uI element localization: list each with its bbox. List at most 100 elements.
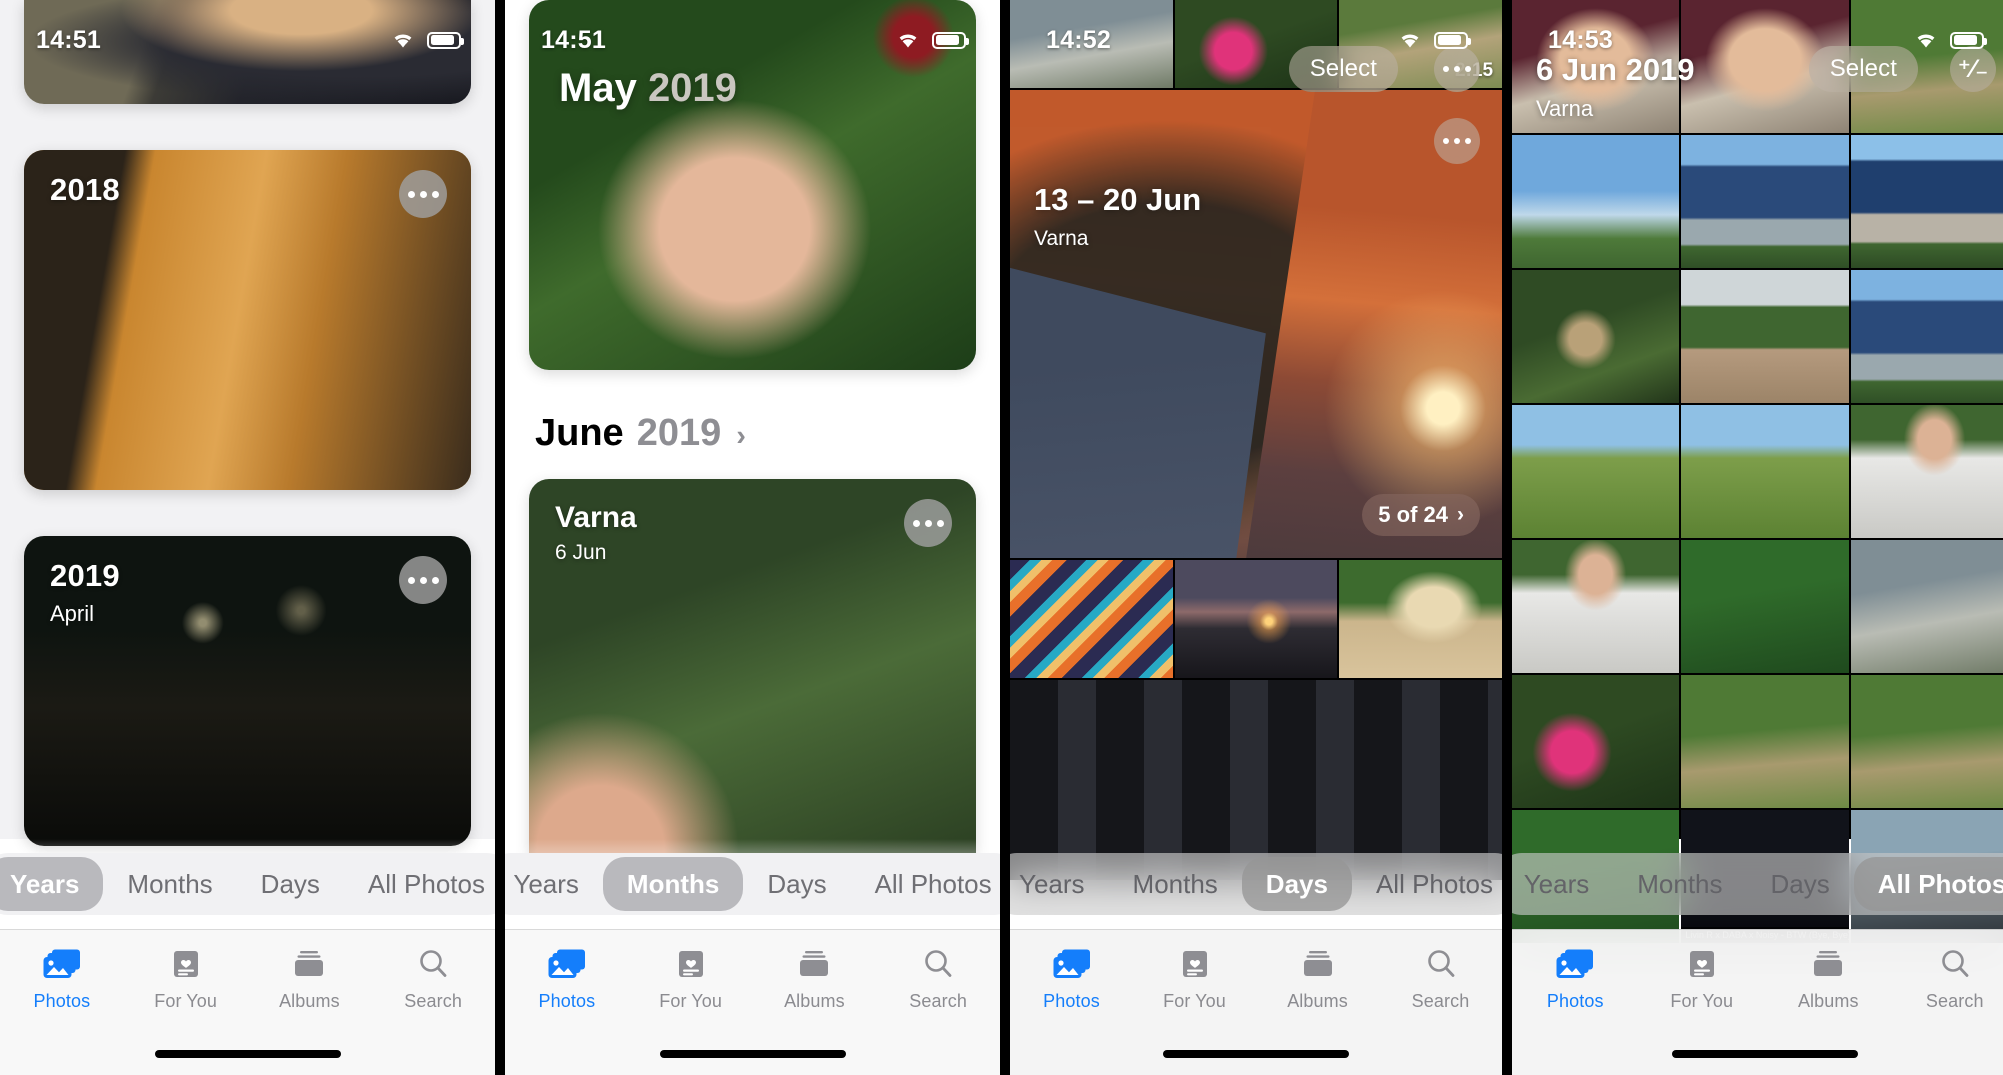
photo-thumb[interactable] xyxy=(1681,675,1849,808)
more-options-button-top[interactable] xyxy=(1434,46,1480,92)
photo-thumb[interactable] xyxy=(1850,540,2003,673)
photo-thumb[interactable] xyxy=(1339,560,1502,678)
photo-count-badge[interactable]: 5 of 24 › xyxy=(1362,494,1480,536)
segment-days[interactable]: Days xyxy=(1241,857,1352,911)
photos-icon xyxy=(548,944,586,984)
day-hero-card[interactable]: 13 – 20 Jun Varna 5 of 24 › xyxy=(1010,90,1502,558)
months-scroll-area[interactable]: May 2019 June 2019 › Varna 6 Jun xyxy=(505,0,1000,919)
segment-years[interactable]: Years xyxy=(1010,857,1109,911)
photo-thumb[interactable] xyxy=(1174,560,1338,678)
more-options-button-card[interactable] xyxy=(1434,118,1480,164)
year-subtitle: April xyxy=(50,601,95,626)
tab-for-you[interactable]: For You xyxy=(1639,944,1766,1012)
segment-days[interactable]: Days xyxy=(743,857,850,911)
photo-thumb[interactable] xyxy=(1850,405,2003,538)
day-subtitle: Varna xyxy=(1034,227,1089,250)
photo-thumb[interactable] xyxy=(1681,135,1849,268)
tab-photos[interactable]: Photos xyxy=(1010,944,1133,1012)
photo-thumb[interactable] xyxy=(1512,675,1680,808)
photo-thumb[interactable] xyxy=(1512,540,1680,673)
timeline-segmented-control[interactable]: Years Months Days All Photos xyxy=(1512,853,2003,915)
photo-thumb[interactable] xyxy=(1681,405,1849,538)
years-scroll-area[interactable]: 2018 2019 April xyxy=(0,0,495,846)
plus-minus-icon: ⁺⁄₋ xyxy=(1957,54,1989,83)
tab-photos[interactable]: Photos xyxy=(505,944,629,1012)
photo-thumb[interactable] xyxy=(1850,135,2003,268)
timeline-segmented-control[interactable]: Years Months Days All Photos xyxy=(1010,853,1502,915)
home-indicator xyxy=(1163,1050,1349,1058)
tab-photos[interactable]: Photos xyxy=(0,944,124,1012)
segment-years[interactable]: Years xyxy=(505,857,603,911)
for-you-icon xyxy=(1180,944,1210,984)
segment-months[interactable]: Months xyxy=(103,857,236,911)
segment-all-photos[interactable]: All Photos xyxy=(1853,857,2003,911)
zoom-toggle-button[interactable]: ⁺⁄₋ xyxy=(1950,46,1996,92)
tab-albums[interactable]: Albums xyxy=(1256,944,1379,1012)
segment-all-photos[interactable]: All Photos xyxy=(344,857,495,911)
chevron-right-icon[interactable]: › xyxy=(736,420,746,453)
chevron-right-icon: › xyxy=(1457,503,1464,526)
photo-thumb[interactable] xyxy=(1512,270,1680,403)
segment-months[interactable]: Months xyxy=(1109,857,1242,911)
year-card-menu-button[interactable] xyxy=(399,556,447,604)
photo-thumb[interactable] xyxy=(1512,135,1680,268)
segment-days[interactable]: Days xyxy=(1747,857,1854,911)
year-card-top[interactable] xyxy=(24,0,471,104)
tab-for-you[interactable]: For You xyxy=(629,944,753,1012)
segment-days[interactable]: Days xyxy=(237,857,344,911)
photo-thumb[interactable] xyxy=(1850,270,2003,403)
panel-all-photos-view: Livin R x DABA x Noisy - BTW (Bye, Bye) … xyxy=(1512,0,2003,1075)
day-strip-row: 2:15 xyxy=(1010,0,1502,88)
tab-search[interactable]: Search xyxy=(1892,944,2003,1012)
timeline-segmented-control[interactable]: Years Months Days All Photos xyxy=(505,853,1000,915)
timeline-segmented-control[interactable]: Years Months Days All Photos xyxy=(0,853,495,915)
albums-icon xyxy=(797,944,831,984)
photo-thumb[interactable] xyxy=(1512,405,1680,538)
photo-thumb[interactable] xyxy=(1010,560,1173,678)
tab-albums[interactable]: Albums xyxy=(248,944,372,1012)
tab-for-you[interactable]: For You xyxy=(1133,944,1256,1012)
tab-bar: Photos For You Albums Search xyxy=(1010,929,1502,1075)
month-hero-photo xyxy=(529,0,976,370)
photo-thumb[interactable] xyxy=(1681,540,1849,673)
photo-grid: Livin R x DABA x Noisy - BTW (Bye, Bye) … xyxy=(1512,0,2003,943)
segment-all-photos[interactable]: All Photos xyxy=(851,857,1000,911)
photo-thumb[interactable] xyxy=(1850,675,2003,808)
year-card-menu-button[interactable] xyxy=(399,170,447,218)
select-button[interactable]: Select xyxy=(1808,46,1918,92)
photo-thumb[interactable] xyxy=(1010,0,1173,88)
segment-months[interactable]: Months xyxy=(1613,857,1746,911)
albums-icon xyxy=(1811,944,1845,984)
segment-months[interactable]: Months xyxy=(602,857,744,911)
month-section-header[interactable]: June 2019 › xyxy=(505,370,1000,479)
select-button[interactable]: Select xyxy=(1288,46,1398,92)
tab-bar: Photos For You Albums Search xyxy=(1512,929,2003,1075)
tab-albums[interactable]: Albums xyxy=(1765,944,1892,1012)
panel-years-view: 2018 2019 April 14:51 Years Months Days … xyxy=(0,0,495,1075)
month-card-menu-button[interactable] xyxy=(904,499,952,547)
month-hero-card[interactable]: May 2019 xyxy=(529,0,976,370)
segment-all-photos[interactable]: All Photos xyxy=(1352,857,1502,911)
tab-search[interactable]: Search xyxy=(876,944,1000,1012)
month-name: May xyxy=(559,66,637,110)
search-icon xyxy=(922,944,954,984)
for-you-icon xyxy=(171,944,201,984)
panel-divider xyxy=(1502,0,1512,1075)
tab-for-you[interactable]: For You xyxy=(124,944,248,1012)
tab-search[interactable]: Search xyxy=(371,944,495,1012)
screenshot-stage: 2018 2019 April 14:51 Years Months Days … xyxy=(0,0,2003,1075)
tab-label: Photos xyxy=(1546,991,1604,1011)
year-title: 2018 xyxy=(50,172,120,207)
year-card-2019[interactable]: 2019 April xyxy=(24,536,471,846)
year-card-2018[interactable]: 2018 xyxy=(24,150,471,490)
tab-photos[interactable]: Photos xyxy=(1512,944,1639,1012)
tab-albums[interactable]: Albums xyxy=(753,944,877,1012)
all-photos-scroll-area[interactable]: Livin R x DABA x Noisy - BTW (Bye, Bye) … xyxy=(1512,0,2003,943)
tab-search[interactable]: Search xyxy=(1379,944,1502,1012)
segment-years[interactable]: Years xyxy=(1512,857,1613,911)
days-scroll-area[interactable]: 2:15 13 – 20 Jun Varna 5 of 24 › xyxy=(1010,0,1502,880)
year-card-label: 2019 April xyxy=(50,558,120,627)
photo-thumb[interactable] xyxy=(1681,270,1849,403)
home-indicator xyxy=(1672,1050,1858,1058)
segment-years[interactable]: Years xyxy=(0,857,104,911)
